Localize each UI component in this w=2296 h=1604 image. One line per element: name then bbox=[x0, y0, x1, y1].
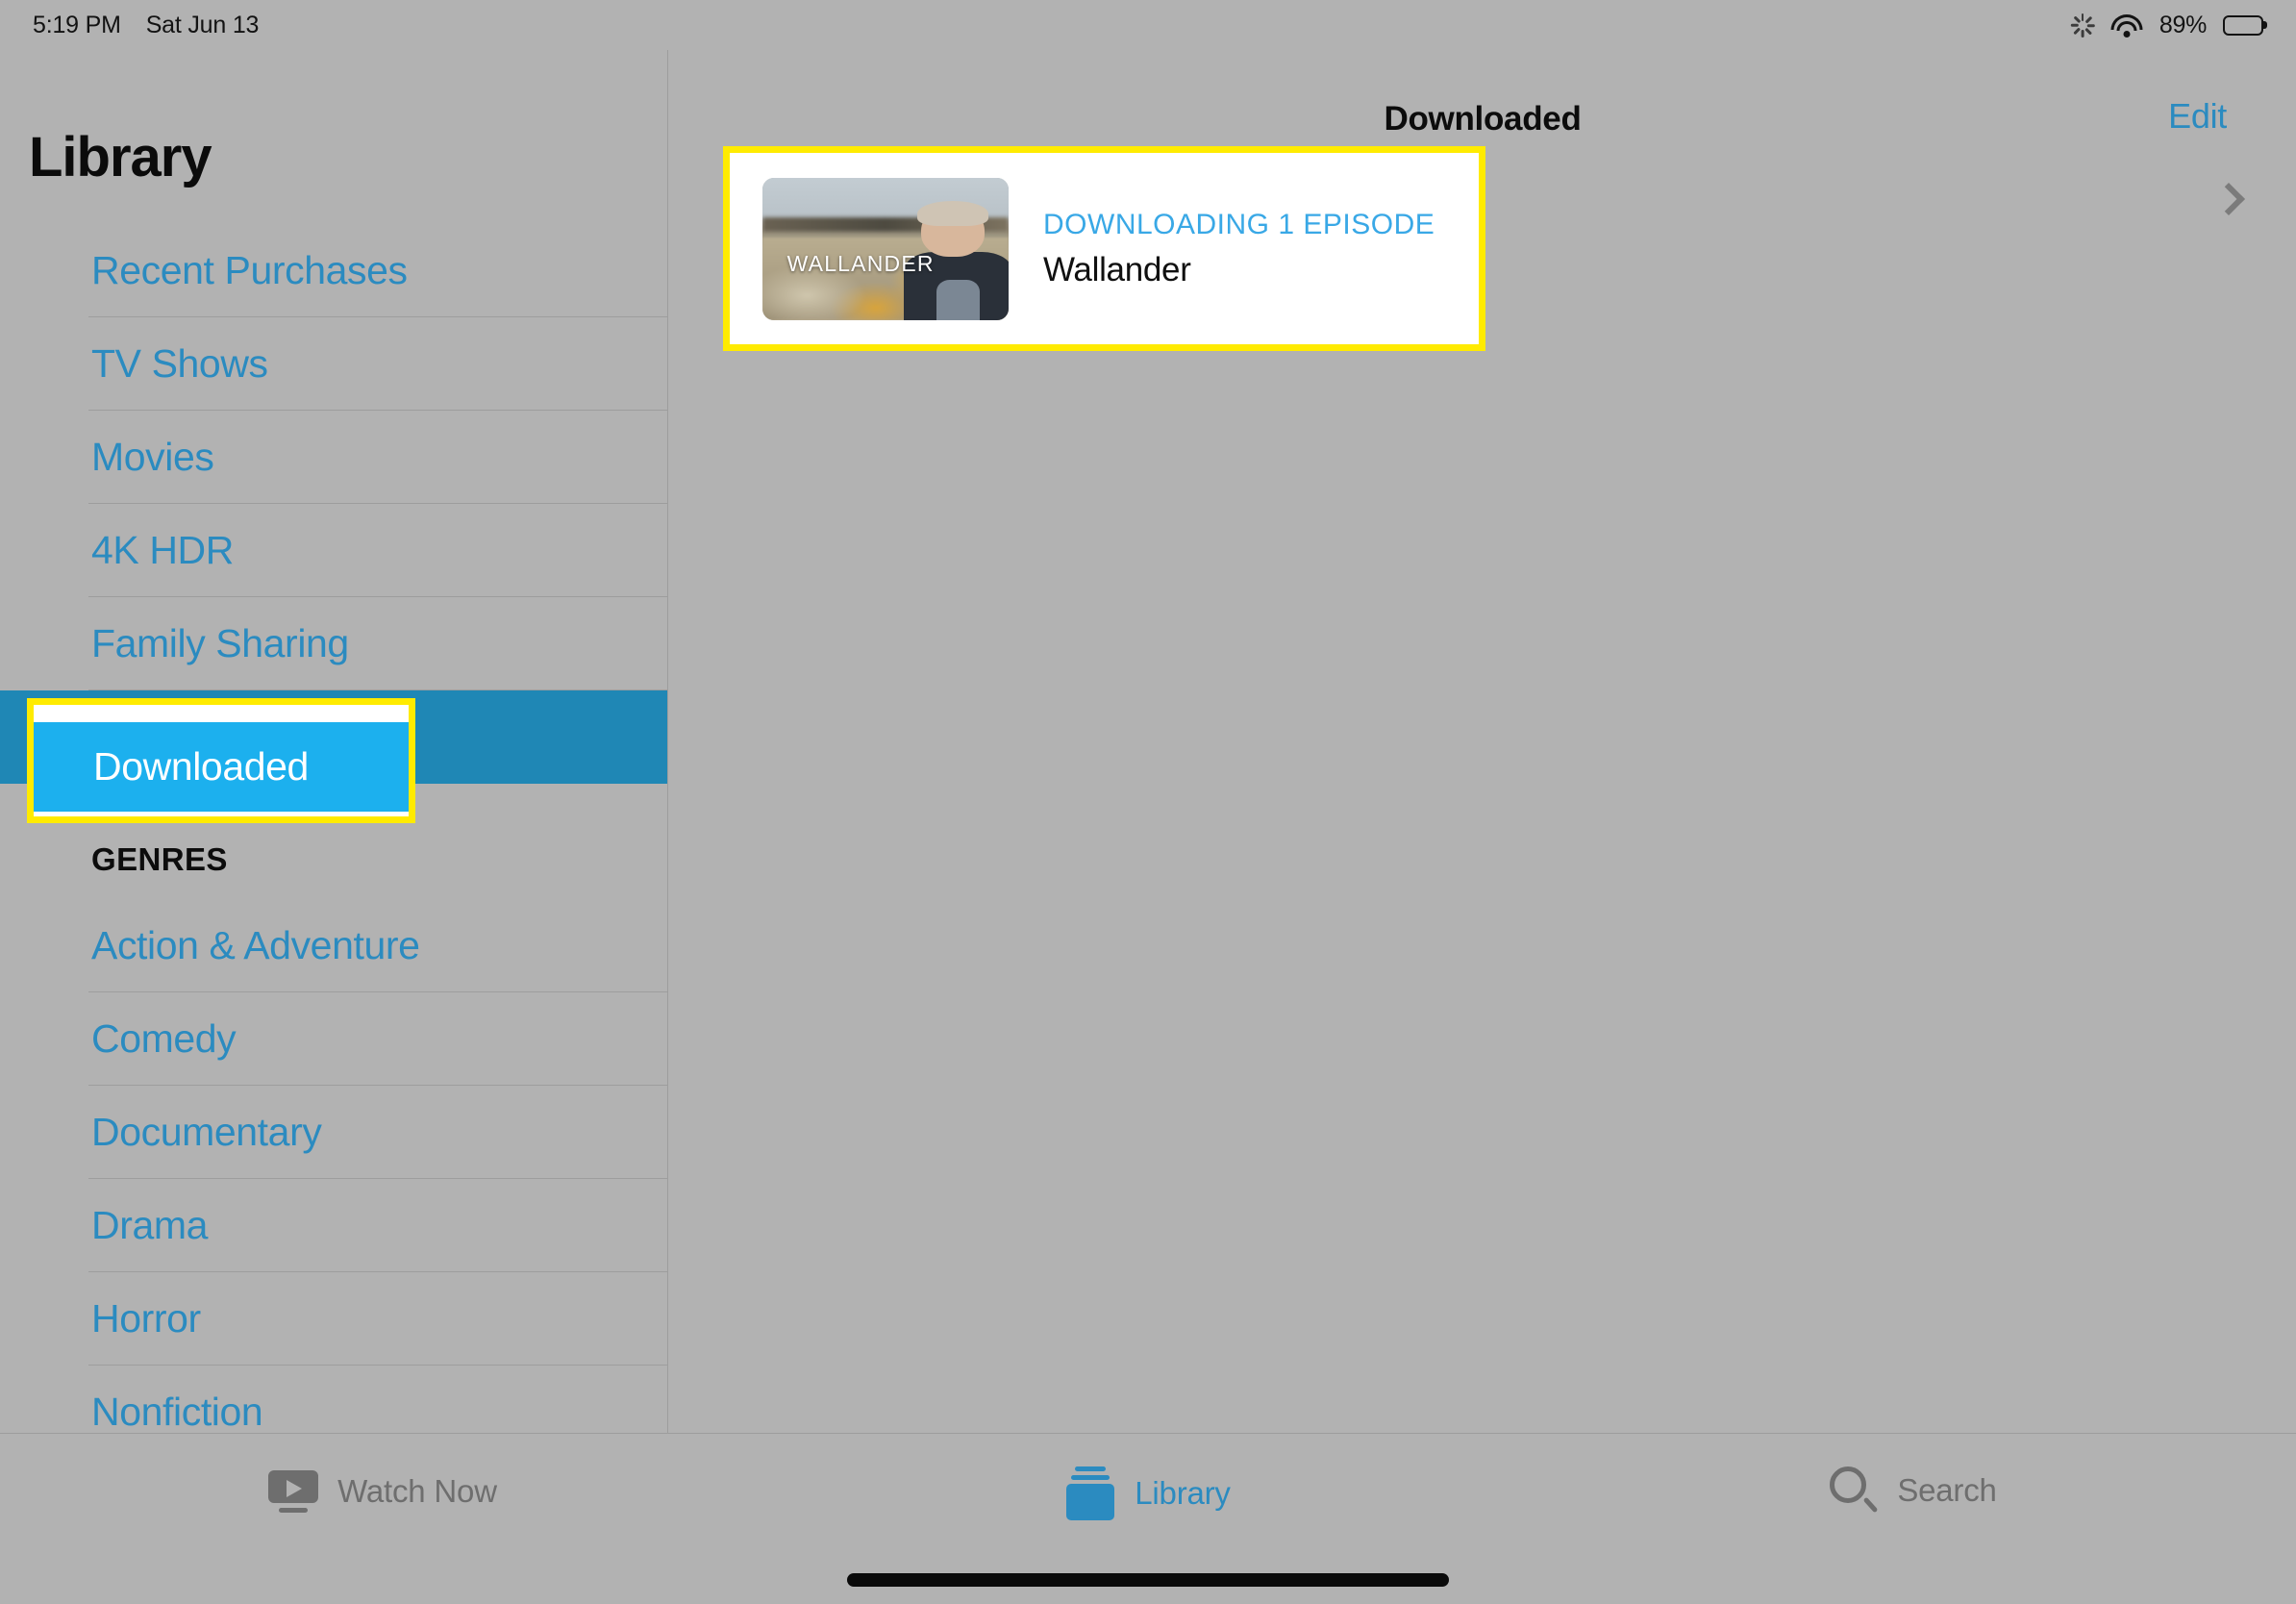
sidebar-item-label: Recent Purchases bbox=[91, 248, 408, 292]
chevron-right-icon[interactable] bbox=[2212, 183, 2245, 215]
sidebar-item-documentary[interactable]: Documentary bbox=[0, 1086, 667, 1179]
sidebar-item-movies[interactable]: Movies bbox=[0, 411, 667, 504]
show-thumbnail: WALLANDER bbox=[762, 177, 1009, 320]
tab-library[interactable]: Library bbox=[765, 1434, 1531, 1520]
sidebar-item-family-sharing[interactable]: Family Sharing bbox=[0, 597, 667, 690]
sidebar-item-label: Movies bbox=[91, 435, 214, 479]
show-title: Wallander bbox=[1043, 250, 1191, 288]
activity-spinner-icon bbox=[2070, 13, 2095, 38]
main-title: Downloaded bbox=[1384, 100, 1582, 138]
sidebar-item-label: Nonfiction bbox=[91, 1390, 263, 1433]
sidebar-item-label: Comedy bbox=[91, 1016, 237, 1061]
sidebar-item-label: Downloaded bbox=[93, 744, 309, 789]
status-bar-left: 5:19 PM Sat Jun 13 bbox=[33, 12, 259, 39]
status-time: 5:19 PM bbox=[33, 11, 121, 38]
tab-label: Library bbox=[1135, 1475, 1231, 1511]
tab-watch-now[interactable]: Watch Now bbox=[0, 1434, 765, 1516]
status-bar-right: 89% bbox=[2070, 11, 2267, 39]
sidebar-genres-list: Action & Adventure Comedy Documentary Dr… bbox=[0, 899, 667, 1433]
status-bar: 5:19 PM Sat Jun 13 89% bbox=[0, 0, 2296, 50]
download-item-text: DOWNLOADING 1 EPISODE Wallander bbox=[1043, 209, 1435, 289]
sidebar-item-action-adventure[interactable]: Action & Adventure bbox=[0, 899, 667, 992]
sidebar-item-label: Family Sharing bbox=[91, 621, 349, 665]
annotation-highlight-downloaded: Downloaded bbox=[27, 698, 415, 823]
annotation-highlight-download-row: WALLANDER DOWNLOADING 1 EPISODE Wallande… bbox=[723, 146, 1485, 351]
highlighted-downloaded-row[interactable]: Downloaded bbox=[34, 722, 409, 812]
sidebar-item-label: TV Shows bbox=[91, 341, 268, 386]
sidebar-item-label: Drama bbox=[91, 1203, 209, 1247]
battery-icon bbox=[2223, 14, 2267, 36]
wifi-icon bbox=[2110, 13, 2143, 38]
tab-bar: Watch Now Library Search bbox=[0, 1433, 2296, 1604]
page-title: Library bbox=[29, 126, 212, 188]
watch-now-icon bbox=[268, 1466, 319, 1516]
home-indicator[interactable] bbox=[847, 1573, 1449, 1587]
tab-search[interactable]: Search bbox=[1531, 1434, 2296, 1515]
sidebar-item-label: Action & Adventure bbox=[91, 923, 420, 967]
tab-label: Watch Now bbox=[337, 1473, 497, 1509]
edit-button[interactable]: Edit bbox=[2168, 96, 2227, 137]
sidebar-item-drama[interactable]: Drama bbox=[0, 1179, 667, 1272]
sidebar-item-recent-purchases[interactable]: Recent Purchases bbox=[0, 224, 667, 317]
download-status-label: DOWNLOADING 1 EPISODE bbox=[1043, 208, 1435, 240]
sidebar-item-comedy[interactable]: Comedy bbox=[0, 992, 667, 1086]
sidebar-item-4k-hdr[interactable]: 4K HDR bbox=[0, 504, 667, 597]
thumbnail-title-overlay: WALLANDER bbox=[786, 251, 935, 277]
download-list-item[interactable]: WALLANDER DOWNLOADING 1 EPISODE Wallande… bbox=[730, 153, 1479, 344]
sidebar-item-label: Horror bbox=[91, 1296, 201, 1341]
library-icon bbox=[1065, 1466, 1115, 1520]
search-icon bbox=[1830, 1466, 1879, 1515]
battery-percent: 89% bbox=[2159, 11, 2207, 38]
sidebar-item-nonfiction[interactable]: Nonfiction bbox=[0, 1366, 667, 1433]
tab-label: Search bbox=[1897, 1472, 1997, 1508]
sidebar-item-horror[interactable]: Horror bbox=[0, 1272, 667, 1366]
sidebar-item-label: 4K HDR bbox=[91, 528, 234, 572]
status-date: Sat Jun 13 bbox=[145, 11, 260, 38]
sidebar-item-label: Documentary bbox=[91, 1110, 322, 1154]
main-header: Downloaded Edit bbox=[669, 50, 2296, 146]
sidebar-item-tv-shows[interactable]: TV Shows bbox=[0, 317, 667, 411]
main-content: Downloaded Edit WALLANDER DOWNLOADING 1 … bbox=[669, 50, 2296, 1433]
